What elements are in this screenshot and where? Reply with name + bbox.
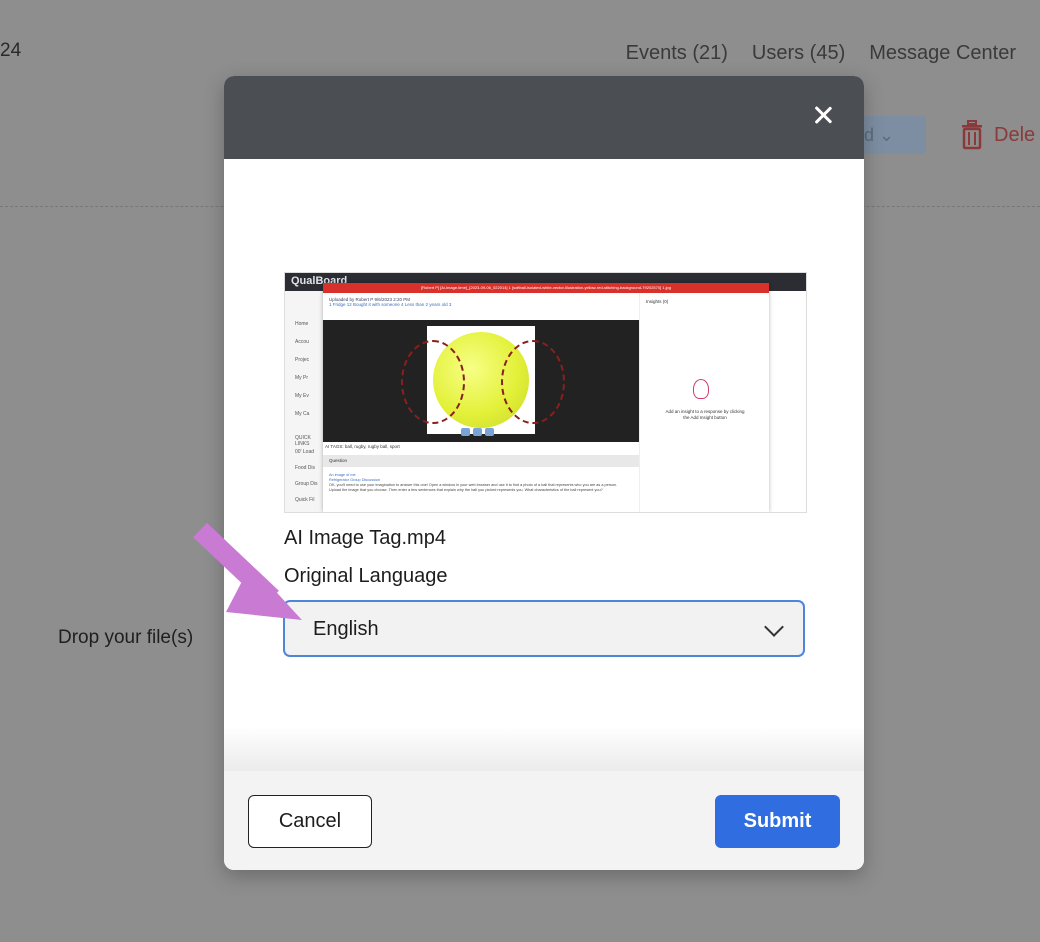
- background-drop-text: Drop your file(s): [58, 627, 194, 648]
- background-nav: Events (21) Users (45) Message Center: [626, 42, 1016, 65]
- thumbnail-upload-info: Uploaded by Robert P 9/6/2023 2:20 PM 1 …: [329, 297, 452, 307]
- background-delete-button[interactable]: Dele: [960, 120, 1035, 150]
- thumbnail-dialog-title: [Robert P] [Ai-image-time]_[2023-09-06_0…: [323, 283, 769, 293]
- thumbnail-sidebar-item: Quick Fil: [295, 497, 315, 503]
- cancel-button[interactable]: Cancel: [248, 795, 372, 848]
- thumbnail-insights-panel: Insights (0) Add an insight to a respons…: [639, 293, 770, 512]
- thumbnail-sidebar-item: My Pr: [295, 375, 309, 381]
- submit-button[interactable]: Submit: [715, 795, 840, 848]
- nav-users-link[interactable]: Users (45): [752, 42, 845, 65]
- nav-events-link[interactable]: Events (21): [626, 42, 728, 65]
- thumbnail-comment: An image of me Refrigerator Group Discus…: [329, 473, 618, 492]
- modal-header: [224, 76, 864, 159]
- nav-message-center-link[interactable]: Message Center: [869, 42, 1016, 65]
- background-title-fragment: 24: [0, 40, 22, 61]
- video-thumbnail: QualBoard Home Accou Projec My Pr My Ev …: [284, 272, 807, 513]
- modal-footer: Cancel Submit: [224, 771, 864, 870]
- thumbnail-sidebar-item: Accou: [295, 339, 309, 345]
- thumbnail-sidebar: Home Accou Projec My Pr My Ev My Ca QUIC…: [285, 291, 326, 512]
- thumbnail-sidebar-item: Group Dis: [295, 481, 318, 487]
- chevron-down-icon: [764, 617, 784, 637]
- thumbnail-sidebar-item: My Ev: [295, 393, 309, 399]
- upload-modal: QualBoard Home Accou Projec My Pr My Ev …: [224, 76, 864, 870]
- thumbnail-sidebar-item: Food Dis: [295, 465, 316, 471]
- thumbnail-ai-tags: AI TAGS: ball, rugby, rugby ball, sport: [325, 444, 400, 449]
- thumbnail-question-header: Question: [323, 455, 639, 467]
- thumbnail-dialog: [Robert P] [Ai-image-time]_[2023-09-06_0…: [323, 283, 769, 512]
- thumbnail-image-area: [323, 320, 639, 442]
- thumbnail-image-controls: [461, 428, 494, 436]
- lightbulb-icon: [693, 379, 709, 399]
- close-icon[interactable]: [812, 104, 834, 126]
- language-select-value: English: [313, 618, 379, 640]
- thumbnail-sidebar-item: My Ca: [295, 411, 310, 417]
- original-language-label: Original Language: [284, 565, 448, 587]
- thumbnail-sidebar-item: QUICK LINKS: [295, 435, 311, 447]
- footer-fade: [224, 726, 864, 771]
- language-select[interactable]: English: [283, 600, 805, 657]
- softball-image: [401, 326, 565, 434]
- thumbnail-sidebar-item: 00' Load: [295, 449, 315, 455]
- file-name: AI Image Tag.mp4: [284, 527, 446, 549]
- trash-icon: [962, 120, 982, 150]
- thumbnail-sidebar-item: Home: [295, 321, 309, 327]
- thumbnail-sidebar-item: Projec: [295, 357, 310, 363]
